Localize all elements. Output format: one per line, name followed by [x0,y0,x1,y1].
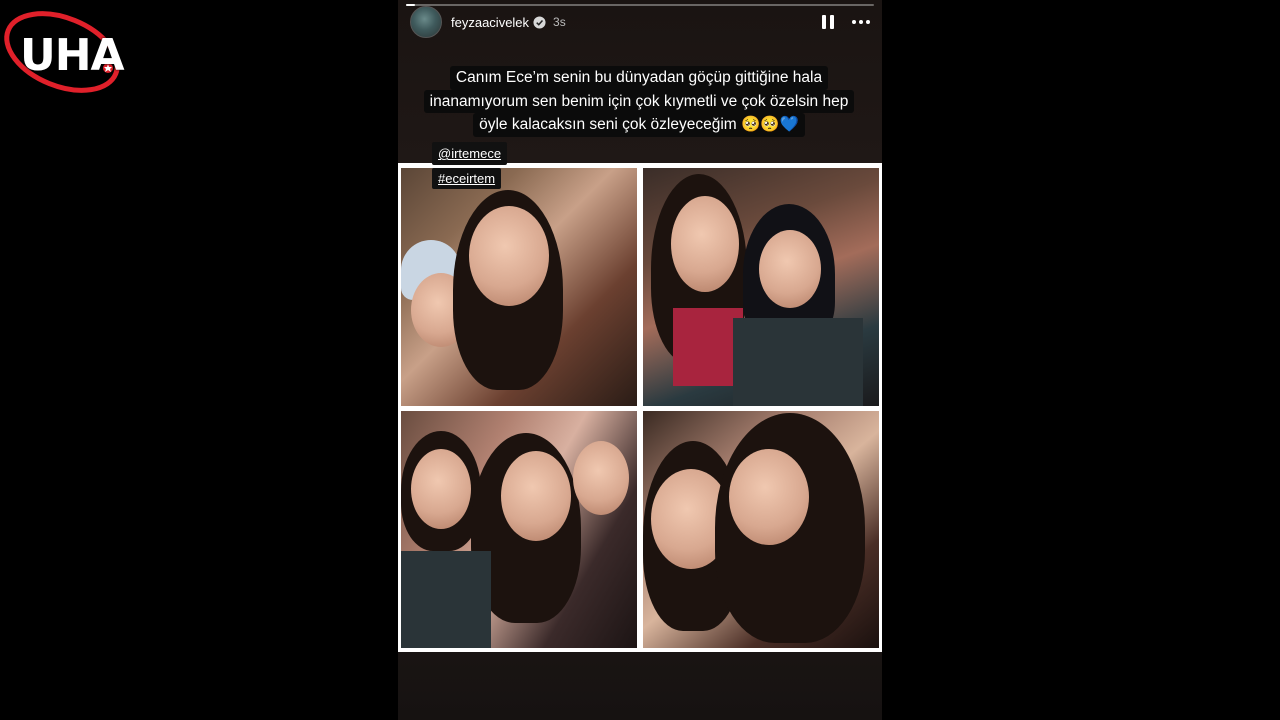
collage-photo-3 [401,411,637,648]
more-options-icon[interactable] [852,20,870,24]
story-timestamp: 3s [553,15,566,29]
caption-line-3: öyle kalacaksın seni çok özleyeceğim 🥺🥺💙 [473,113,805,137]
pause-icon[interactable] [822,15,834,29]
collage-photo-1 [401,168,637,406]
avatar[interactable] [410,6,442,38]
caption-line-2: inanamıyorum sen benim için çok kıymetli… [423,89,855,113]
collage-photo-2 [643,168,879,406]
story-username[interactable]: feyzaacivelek [451,15,529,30]
caption-line-1: Canım Ece’m senin bu dünyadan göçüp gitt… [449,66,829,90]
mention-text: @irtemece [438,146,502,161]
hashtag-text: #eceirtem [438,171,496,186]
mention-sticker[interactable]: @irtemece [432,142,508,165]
story-caption: Canım Ece’m senin bu dünyadan göçüp gitt… [414,66,864,137]
story-viewer[interactable]: feyzaacivelek 3s Canım Ece’m senin bu dü… [398,0,882,720]
verified-icon [533,15,546,29]
uha-logo: UHA [0,0,140,100]
uha-logo-text: UHA [20,30,125,81]
hashtag-sticker[interactable]: #eceirtem [432,168,502,189]
story-header: feyzaacivelek 3s [410,6,870,38]
collage-photo-4 [643,411,879,648]
photo-collage [398,163,882,652]
